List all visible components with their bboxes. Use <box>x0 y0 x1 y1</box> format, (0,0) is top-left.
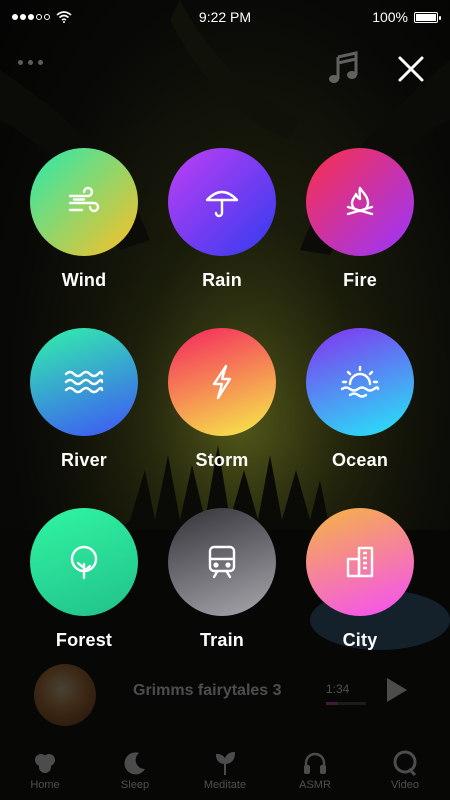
nav-label-home: Home <box>30 779 60 791</box>
sound-label-fire: Fire <box>343 270 377 290</box>
sound-label-storm: Storm <box>195 450 249 470</box>
building-icon <box>346 546 374 578</box>
sound-circle-rain[interactable] <box>168 148 276 256</box>
sound-tile-wind[interactable]: Wind <box>30 148 138 328</box>
sound-tile-storm[interactable]: Storm <box>168 328 276 508</box>
moon-icon <box>124 752 145 775</box>
sunset-icon <box>340 365 380 398</box>
sprout-icon <box>215 751 236 775</box>
sound-tile-city[interactable]: City <box>306 508 414 688</box>
status-right: 100% <box>372 9 441 25</box>
headphones-icon <box>304 752 326 774</box>
sound-circle-wind[interactable] <box>30 148 138 256</box>
sound-tile-ocean[interactable]: Ocean <box>306 328 414 508</box>
nav-item-meditate[interactable]: Meditate <box>185 749 265 791</box>
track-progress-fill <box>326 702 338 705</box>
sound-label-rain: Rain <box>202 270 242 290</box>
home-icon <box>35 754 55 773</box>
sound-circle-storm[interactable] <box>168 328 276 436</box>
sound-circle-forest[interactable] <box>30 508 138 616</box>
sound-tile-river[interactable]: River <box>30 328 138 508</box>
top-bar <box>0 48 450 88</box>
ellipsis-icon[interactable] <box>18 60 43 65</box>
tree-icon <box>70 545 98 580</box>
cellular-signal-icon <box>12 14 50 20</box>
sound-tile-forest[interactable]: Forest <box>30 508 138 688</box>
nav-item-home[interactable]: Home <box>5 749 85 791</box>
sound-tile-train[interactable]: Train <box>168 508 276 688</box>
sound-circle-fire[interactable] <box>306 148 414 256</box>
nav-label-asmr: ASMR <box>299 779 331 791</box>
nav-label-sleep: Sleep <box>120 779 150 791</box>
nav-label-video: Video <box>391 779 419 791</box>
lightning-icon <box>212 364 232 400</box>
train-icon <box>208 545 236 579</box>
sound-circle-ocean[interactable] <box>306 328 414 436</box>
status-left <box>12 11 72 23</box>
sound-label-train: Train <box>199 630 244 650</box>
video-icon <box>393 750 417 777</box>
sound-label-forest: Forest <box>55 630 113 650</box>
sound-circle-city[interactable] <box>306 508 414 616</box>
umbrella-icon <box>205 190 239 218</box>
bottom-nav: Home Sleep Meditate ASMR Video <box>0 740 450 800</box>
waves-icon <box>64 370 104 394</box>
campfire-icon <box>346 186 374 216</box>
wind-icon <box>68 186 100 213</box>
sound-tile-fire[interactable]: Fire <box>306 148 414 328</box>
sound-grid: Wind Rain Fire River Storm Ocean Forest … <box>30 148 414 688</box>
nav-item-asmr[interactable]: ASMR <box>275 749 355 791</box>
sound-tile-rain[interactable]: Rain <box>168 148 276 328</box>
nav-item-video[interactable]: Video <box>365 749 445 791</box>
battery-icon <box>414 11 441 23</box>
sound-label-ocean: Ocean <box>331 450 389 470</box>
wifi-icon <box>56 11 72 23</box>
nav-item-sleep[interactable]: Sleep <box>95 749 175 791</box>
sound-label-wind: Wind <box>61 270 107 290</box>
close-icon[interactable] <box>394 52 428 86</box>
track-progress-bar[interactable] <box>326 702 366 705</box>
sound-label-river: River <box>60 450 108 470</box>
nav-label-meditate: Meditate <box>203 779 247 791</box>
sound-circle-train[interactable] <box>168 508 276 616</box>
status-bar: 9:22 PM 100% <box>0 0 450 34</box>
sound-circle-river[interactable] <box>30 328 138 436</box>
battery-percent: 100% <box>372 9 408 25</box>
music-note-icon[interactable] <box>328 51 360 85</box>
sound-label-city: City <box>342 630 378 650</box>
